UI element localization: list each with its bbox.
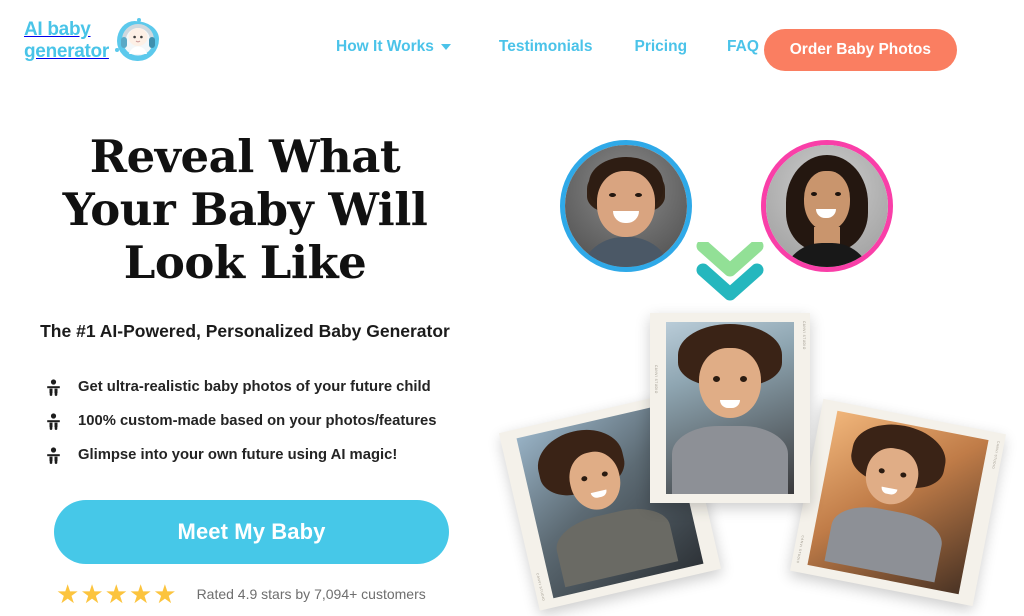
star-icon: ★ xyxy=(56,579,80,609)
brand-name-line1: AI baby xyxy=(24,19,91,40)
hero-subheadline: The #1 AI-Powered, Personalized Baby Gen… xyxy=(40,321,450,341)
page-title: Reveal What Your Baby Will Look Like xyxy=(62,130,428,289)
list-item: Get ultra-realistic baby photos of your … xyxy=(44,370,500,404)
baby-photo-top: CANVI STUDIO CANVI STUDIO xyxy=(650,313,810,503)
meet-my-baby-button[interactable]: Meet My Baby xyxy=(54,500,449,564)
star-icon: ★ xyxy=(153,579,177,609)
rating-text: Rated 4.9 stars by 7,094+ customers xyxy=(196,586,426,602)
feature-text: 100% custom-made based on your photos/fe… xyxy=(78,413,437,429)
hero-copy-column: Reveal What Your Baby Will Look Like The… xyxy=(0,130,500,607)
nav-item-how-it-works-label: How It Works xyxy=(336,38,434,55)
rating-row: ★ ★ ★ ★ ★ Rated 4.9 stars by 7,094+ cust… xyxy=(56,581,500,607)
baby-headphones-logo-icon xyxy=(114,18,161,64)
film-label: CANVI STUDIO xyxy=(802,321,806,350)
baby-icon xyxy=(44,446,62,464)
nav-item-how-it-works[interactable]: How It Works xyxy=(336,38,434,56)
mother-portrait xyxy=(761,140,893,272)
list-item: Glimpse into your own future using AI ma… xyxy=(44,438,500,472)
father-portrait xyxy=(560,140,692,272)
chevron-down-icon[interactable] xyxy=(440,44,451,50)
hero-visual-column: CANVI STUDIO CANVI STUDIO CANVI STUDIO C… xyxy=(498,0,1024,616)
brand-name: AI baby generator xyxy=(24,19,109,63)
double-chevron-down-icon xyxy=(695,239,765,304)
brand-logo[interactable]: AI baby generator xyxy=(24,18,161,64)
baby-icon xyxy=(44,378,62,396)
landing-page: AI baby generator How It Works Testimoni… xyxy=(0,0,1024,616)
baby-icon xyxy=(44,412,62,430)
list-item: 100% custom-made based on your photos/fe… xyxy=(44,404,500,438)
feature-list: Get ultra-realistic baby photos of your … xyxy=(44,370,500,472)
brand-name-line2: generator xyxy=(24,41,109,62)
star-rating: ★ ★ ★ ★ ★ xyxy=(56,581,177,607)
film-label: CANVI STUDIO xyxy=(795,535,805,565)
film-label: CANVI STUDIO xyxy=(535,573,546,602)
feature-text: Glimpse into your own future using AI ma… xyxy=(78,447,398,463)
film-label: CANVI STUDIO xyxy=(654,365,658,394)
baby-photo-right: CANVI STUDIO CANVI STUDIO xyxy=(790,398,1006,607)
star-icon: ★ xyxy=(80,579,104,609)
feature-text: Get ultra-realistic baby photos of your … xyxy=(78,379,431,395)
star-icon: ★ xyxy=(128,579,153,609)
star-icon: ★ xyxy=(104,579,128,609)
film-label: CANVI STUDIO xyxy=(991,440,1001,470)
